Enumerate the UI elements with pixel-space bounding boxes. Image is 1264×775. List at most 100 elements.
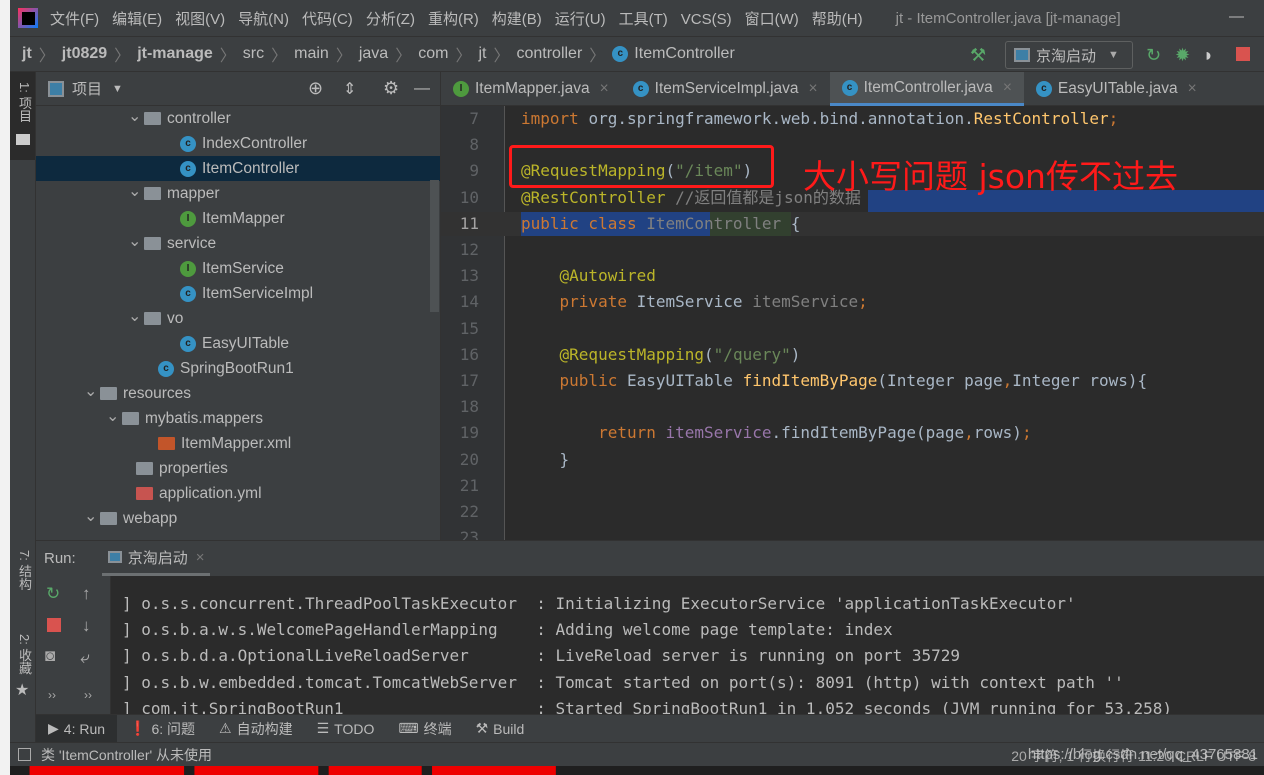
- bottom-tab[interactable]: ▶ 4: Run: [36, 714, 118, 743]
- breadcrumb-item[interactable]: com: [418, 45, 448, 63]
- code-token: (Integer page: [877, 371, 1003, 390]
- breadcrumb-item[interactable]: jt-manage: [137, 45, 213, 63]
- hammer-icon[interactable]: ⚒: [970, 45, 986, 66]
- structure-tool-tab[interactable]: 7: 结构: [15, 550, 34, 590]
- editor-tab-label: ItemServiceImpl.java: [654, 80, 799, 97]
- tree-item[interactable]: ⌄ vo: [36, 306, 440, 331]
- code-line: 11 public class ItemController {: [441, 211, 1264, 237]
- hide-icon[interactable]: —: [414, 80, 430, 98]
- menu-item[interactable]: 编辑(E): [112, 11, 162, 28]
- close-icon[interactable]: ×: [809, 80, 818, 98]
- arrow-down-icon[interactable]: ↓: [82, 616, 91, 636]
- breadcrumb-item[interactable]: jt: [478, 45, 486, 63]
- editor-tab[interactable]: c ItemServiceImpl.java ×: [621, 72, 830, 106]
- menu-item[interactable]: VCS(S): [681, 11, 732, 28]
- chevron-down-icon[interactable]: ⌄: [128, 231, 144, 251]
- tree-item[interactable]: properties: [36, 456, 440, 481]
- arrow-up-icon[interactable]: ↑: [82, 584, 91, 604]
- editor-tab[interactable]: c ItemController.java ×: [829, 72, 1024, 106]
- tree-item[interactable]: c ItemController: [36, 156, 440, 181]
- project-panel-title[interactable]: 项目: [72, 78, 102, 99]
- chevron-down-icon[interactable]: ⌄: [106, 406, 122, 426]
- tree-item[interactable]: c IndexController: [36, 131, 440, 156]
- locate-icon[interactable]: ⊕: [308, 78, 323, 99]
- watermark: https://blog.csdn.net/qq_43765881: [1027, 746, 1258, 763]
- chevron-down-icon[interactable]: ⌄: [128, 106, 144, 126]
- menu-item[interactable]: 构建(B): [492, 11, 542, 28]
- soft-wrap-icon[interactable]: ⤶: [80, 648, 90, 668]
- menu-item[interactable]: 窗口(W): [745, 11, 799, 28]
- tree-item[interactable]: application.yml: [36, 481, 440, 506]
- tree-item[interactable]: ItemMapper.xml: [36, 431, 440, 456]
- class-icon: c: [180, 335, 196, 352]
- menu-item[interactable]: 运行(U): [555, 11, 606, 28]
- rerun-icon[interactable]: ↻: [1146, 45, 1161, 66]
- chevron-down-icon[interactable]: ⌄: [128, 306, 144, 326]
- chevron-down-icon[interactable]: ⌄: [84, 506, 100, 526]
- camera-icon[interactable]: ◙: [45, 646, 55, 666]
- line-number: 22: [459, 502, 479, 521]
- breadcrumb-item[interactable]: jt0829: [62, 45, 107, 63]
- tree-item[interactable]: c EasyUITable: [36, 331, 440, 356]
- tree-item[interactable]: c SpringBootRun1: [36, 356, 440, 381]
- rerun-icon[interactable]: ↻: [46, 584, 60, 604]
- chevron-down-icon[interactable]: ⌄: [128, 181, 144, 201]
- layout-icon[interactable]: [18, 748, 31, 761]
- favorites-tool-tab[interactable]: 2: 收藏: [15, 634, 34, 674]
- line-number: 19: [459, 423, 479, 443]
- coverage-icon[interactable]: ◗: [1203, 45, 1214, 66]
- breadcrumb-item[interactable]: controller: [516, 45, 582, 63]
- menu-item[interactable]: 重构(R): [428, 11, 479, 28]
- tree-item[interactable]: I ItemService: [36, 256, 440, 281]
- menu-item[interactable]: 视图(V): [175, 11, 225, 28]
- tree-item[interactable]: ⌄ mybatis.mappers: [36, 406, 440, 431]
- code-token: import: [521, 109, 589, 128]
- debug-icon[interactable]: ✹: [1175, 45, 1190, 66]
- bottom-tab[interactable]: ⚒ Build: [464, 715, 537, 743]
- close-icon[interactable]: ×: [1188, 80, 1197, 98]
- tree-item[interactable]: ⌄ resources: [36, 381, 440, 406]
- class-icon: c: [632, 81, 649, 97]
- breadcrumb-item[interactable]: jt: [22, 45, 32, 63]
- project-tool-tab[interactable]: 1: 项目: [10, 72, 35, 160]
- code-token: ItemController: [646, 213, 782, 233]
- editor-tab[interactable]: c EasyUITable.java ×: [1024, 72, 1209, 106]
- tree-item[interactable]: ⌄ controller: [36, 106, 440, 131]
- menu-item[interactable]: 代码(C): [302, 11, 353, 28]
- run-config-select[interactable]: 京淘启动 ▼: [1005, 41, 1133, 69]
- minimize-button[interactable]: —: [1229, 8, 1244, 25]
- tree-scrollbar[interactable]: [430, 180, 439, 312]
- breadcrumb-item[interactable]: main: [294, 45, 329, 63]
- editor-tab[interactable]: I ItemMapper.java ×: [441, 72, 621, 106]
- breadcrumb-item[interactable]: ItemController: [634, 45, 734, 63]
- stop-icon[interactable]: [47, 618, 61, 632]
- menu-item[interactable]: 导航(N): [238, 11, 289, 28]
- breadcrumb-item[interactable]: src: [243, 45, 264, 63]
- close-icon[interactable]: ×: [600, 80, 609, 98]
- menu-item[interactable]: 分析(Z): [366, 11, 415, 28]
- folder-icon: [122, 412, 139, 425]
- stop-icon[interactable]: [1236, 47, 1250, 61]
- more-icon[interactable]: ››: [48, 688, 56, 702]
- bottom-tab[interactable]: ⚠ 自动构建: [207, 715, 305, 743]
- tree-item[interactable]: ⌄ webapp: [36, 506, 440, 531]
- close-icon[interactable]: ×: [196, 549, 205, 566]
- close-icon[interactable]: ×: [1003, 79, 1012, 97]
- menu-item[interactable]: 帮助(H): [812, 11, 863, 28]
- more-icon[interactable]: ››: [84, 688, 92, 702]
- chevron-down-icon[interactable]: ▼: [112, 83, 123, 95]
- tree-item[interactable]: I ItemMapper: [36, 206, 440, 231]
- breadcrumb-item[interactable]: java: [359, 45, 388, 63]
- gear-icon[interactable]: ⚙: [383, 78, 399, 99]
- menu-item[interactable]: 文件(F): [50, 11, 99, 28]
- chevron-down-icon[interactable]: ⌄: [84, 381, 100, 401]
- menu-item[interactable]: 工具(T): [619, 11, 668, 28]
- tree-item[interactable]: c ItemServiceImpl: [36, 281, 440, 306]
- bottom-tab[interactable]: ⌨ 终端: [386, 715, 463, 743]
- collapse-all-icon[interactable]: ⇕: [343, 79, 356, 99]
- bottom-tab[interactable]: ☰ TODO: [305, 715, 387, 743]
- tree-item[interactable]: ⌄ mapper: [36, 181, 440, 206]
- run-tab[interactable]: 京淘启动 ×: [101, 541, 211, 576]
- bottom-tab[interactable]: ❗ 6: 问题: [117, 715, 207, 743]
- tree-item[interactable]: ⌄ service: [36, 231, 440, 256]
